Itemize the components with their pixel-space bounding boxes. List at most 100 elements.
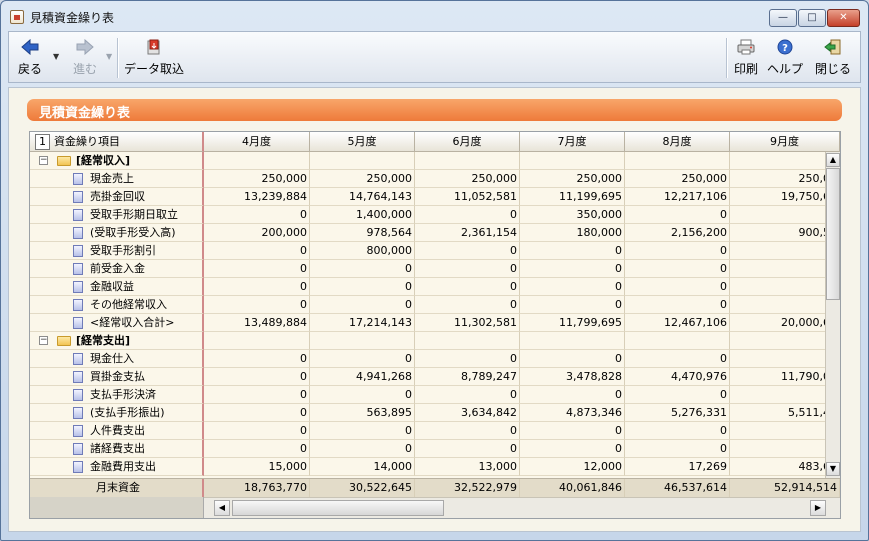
value-cell[interactable]: 0 — [520, 440, 625, 458]
value-cell[interactable]: 250,00 — [730, 170, 840, 188]
forward-history-dropdown-icon[interactable]: ▼ — [106, 52, 112, 61]
value-cell[interactable]: 0 — [415, 206, 520, 224]
value-cell[interactable] — [310, 152, 415, 170]
value-cell[interactable]: 4,941,268 — [310, 368, 415, 386]
value-cell[interactable]: 1,400,000 — [310, 206, 415, 224]
value-cell[interactable]: 0 — [625, 278, 730, 296]
month-column-header[interactable]: 9月度 — [730, 132, 840, 152]
value-cell[interactable]: 250,000 — [204, 170, 310, 188]
item-column-header[interactable]: 1 資金繰り項目 — [30, 132, 204, 152]
value-cell[interactable] — [415, 332, 520, 350]
table-row[interactable]: 買掛金支払 0 4,941,268 8,789,247 3,478,828 4,470,9… — [30, 368, 840, 386]
value-cell[interactable]: 4,470,976 — [625, 368, 730, 386]
month-column-header[interactable]: 5月度 — [310, 132, 415, 152]
value-cell[interactable]: 0 — [625, 296, 730, 314]
month-column-header[interactable]: 6月度 — [415, 132, 520, 152]
horizontal-scrollbar[interactable]: ◀ ▶ — [204, 497, 840, 518]
month-column-header[interactable]: 4月度 — [204, 132, 310, 152]
table-row[interactable]: 受取手形期日取立 0 1,400,000 0 350,000 0 — [30, 206, 840, 224]
value-cell[interactable]: 0 — [415, 242, 520, 260]
value-cell[interactable]: 5,276,331 — [625, 404, 730, 422]
value-cell[interactable]: 0 — [520, 422, 625, 440]
value-cell[interactable]: 0 — [204, 350, 310, 368]
value-cell[interactable]: 0 — [204, 296, 310, 314]
value-cell[interactable]: 250,000 — [310, 170, 415, 188]
value-cell[interactable]: 0 — [310, 350, 415, 368]
value-cell[interactable]: 0 — [310, 278, 415, 296]
value-cell[interactable]: 0 — [310, 440, 415, 458]
value-cell[interactable]: 0 — [415, 278, 520, 296]
value-cell[interactable]: 800,000 — [310, 242, 415, 260]
value-cell[interactable]: 180,000 — [520, 224, 625, 242]
value-cell[interactable]: 0 — [415, 386, 520, 404]
value-cell[interactable] — [730, 386, 840, 404]
value-cell[interactable]: 11,199,695 — [520, 188, 625, 206]
value-cell[interactable] — [730, 206, 840, 224]
value-cell[interactable]: 0 — [520, 386, 625, 404]
value-cell[interactable] — [730, 260, 840, 278]
value-cell[interactable]: 0 — [625, 386, 730, 404]
value-cell[interactable] — [415, 152, 520, 170]
value-cell[interactable]: 0 — [204, 368, 310, 386]
table-row[interactable]: 受取手形割引 0 800,000 0 0 0 — [30, 242, 840, 260]
value-cell[interactable]: 11,790,09 — [730, 368, 840, 386]
value-cell[interactable]: 0 — [204, 386, 310, 404]
value-cell[interactable]: 0 — [204, 440, 310, 458]
value-cell[interactable]: 0 — [625, 260, 730, 278]
value-cell[interactable]: 0 — [520, 350, 625, 368]
value-cell[interactable]: 483,69 — [730, 458, 840, 476]
value-cell[interactable]: 19,750,69 — [730, 188, 840, 206]
value-cell[interactable]: 350,000 — [520, 206, 625, 224]
value-cell[interactable] — [730, 332, 840, 350]
vertical-scroll-thumb[interactable] — [826, 168, 840, 300]
table-row[interactable]: 支払手形決済 0 0 0 0 0 — [30, 386, 840, 404]
value-cell[interactable]: 0 — [204, 260, 310, 278]
value-cell[interactable]: 0 — [520, 296, 625, 314]
table-row[interactable]: (受取手形受入高) 200,000 978,564 2,361,154 180,000 2… — [30, 224, 840, 242]
print-button[interactable]: 印刷 — [731, 36, 761, 80]
value-cell[interactable]: 900,58 — [730, 224, 840, 242]
group-row[interactable]: − [経常収入] — [30, 152, 840, 170]
value-cell[interactable]: 11,302,581 — [415, 314, 520, 332]
value-cell[interactable]: 2,361,154 — [415, 224, 520, 242]
value-cell[interactable]: 12,000 — [520, 458, 625, 476]
value-cell[interactable] — [730, 242, 840, 260]
value-cell[interactable] — [520, 332, 625, 350]
table-row[interactable]: その他経常収入 0 0 0 0 0 — [30, 296, 840, 314]
value-cell[interactable] — [204, 332, 310, 350]
table-row[interactable]: (支払手形振出) 0 563,895 3,634,842 4,873,346 5,276,… — [30, 404, 840, 422]
value-cell[interactable]: 0 — [204, 206, 310, 224]
value-cell[interactable] — [730, 296, 840, 314]
value-cell[interactable]: 0 — [204, 404, 310, 422]
value-cell[interactable]: 0 — [415, 440, 520, 458]
value-cell[interactable] — [730, 422, 840, 440]
collapse-icon[interactable]: − — [39, 336, 48, 345]
data-import-button[interactable]: データ取込 — [123, 36, 185, 80]
value-cell[interactable]: 0 — [204, 242, 310, 260]
collapse-icon[interactable]: − — [39, 156, 48, 165]
value-cell[interactable]: 4,873,346 — [520, 404, 625, 422]
value-cell[interactable] — [730, 152, 840, 170]
value-cell[interactable]: 250,000 — [415, 170, 520, 188]
maximize-button[interactable]: □ — [798, 9, 826, 27]
table-row[interactable]: 現金仕入 0 0 0 0 0 — [30, 350, 840, 368]
value-cell[interactable]: 15,000 — [204, 458, 310, 476]
month-column-header[interactable]: 7月度 — [520, 132, 625, 152]
value-cell[interactable]: 13,000 — [415, 458, 520, 476]
value-cell[interactable]: 0 — [625, 440, 730, 458]
value-cell[interactable]: 0 — [310, 386, 415, 404]
value-cell[interactable]: 8,789,247 — [415, 368, 520, 386]
back-button[interactable]: 戻る — [13, 36, 47, 80]
value-cell[interactable]: 0 — [520, 242, 625, 260]
value-cell[interactable] — [625, 332, 730, 350]
value-cell[interactable]: 2,156,200 — [625, 224, 730, 242]
scroll-right-icon[interactable]: ▶ — [810, 500, 826, 516]
value-cell[interactable]: 0 — [415, 422, 520, 440]
value-cell[interactable]: 14,764,143 — [310, 188, 415, 206]
value-cell[interactable]: 978,564 — [310, 224, 415, 242]
value-cell[interactable]: 200,000 — [204, 224, 310, 242]
value-cell[interactable]: 13,239,884 — [204, 188, 310, 206]
value-cell[interactable] — [730, 278, 840, 296]
value-cell[interactable]: 0 — [625, 206, 730, 224]
value-cell[interactable]: 250,000 — [625, 170, 730, 188]
